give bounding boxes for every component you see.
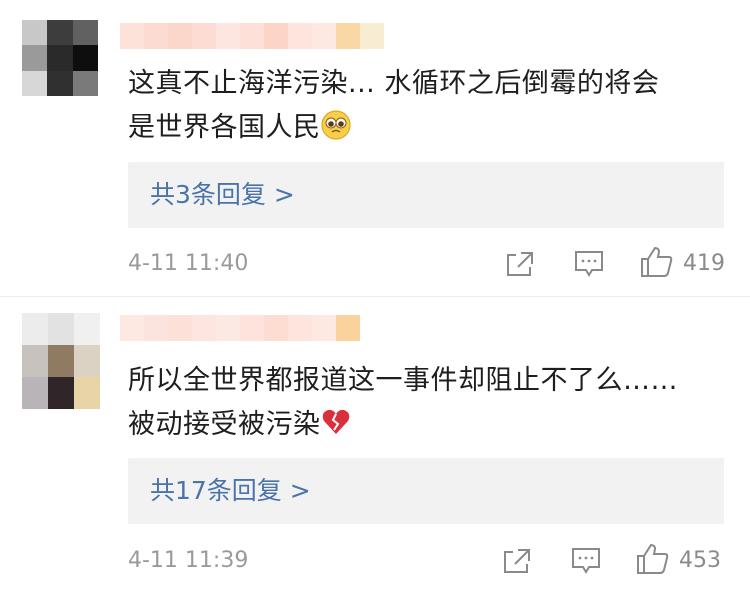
avatar[interactable] — [22, 20, 98, 96]
comment-text-line1: 所以全世界都报道这一事件却阻止不了么…… — [128, 365, 678, 396]
view-replies-link[interactable]: 共17条回复 > — [150, 458, 311, 524]
share-icon[interactable] — [502, 547, 532, 575]
broken-heart-emoji — [322, 409, 349, 434]
pleading-face-emoji — [320, 110, 351, 140]
timestamp: 4-11 11:39 — [128, 548, 249, 573]
like-count: 419 — [683, 251, 725, 276]
comment-text-line2: 被动接受被污染 — [128, 403, 718, 447]
comment-text-line2: 是世界各国人民 — [128, 106, 718, 150]
comment-2: 所以全世界都报道这一事件却阻止不了么…… 被动接受被污染 共17条回复 > 4-… — [0, 297, 750, 592]
reply-box[interactable]: 共17条回复 > — [128, 458, 724, 524]
comment-icon[interactable] — [574, 250, 604, 278]
reply-box[interactable]: 共3条回复 > — [128, 162, 724, 228]
view-replies-link[interactable]: 共3条回复 > — [150, 162, 295, 228]
thumbs-up-icon[interactable] — [636, 543, 670, 575]
username-blurred[interactable] — [120, 23, 384, 49]
comment-1: 这真不止海洋污染... 水循环之后倒霉的将会 是世界各国人民 共3条回复 > 4… — [0, 0, 750, 296]
comment-text: 这真不止海洋污染... 水循环之后倒霉的将会 是世界各国人民 — [128, 62, 718, 150]
thumbs-up-icon[interactable] — [640, 246, 674, 278]
username-blurred[interactable] — [120, 315, 360, 341]
comment-text: 所以全世界都报道这一事件却阻止不了么…… 被动接受被污染 — [128, 359, 718, 447]
share-icon[interactable] — [505, 250, 535, 278]
timestamp: 4-11 11:40 — [128, 251, 249, 276]
comment-icon[interactable] — [571, 547, 601, 575]
comment-text-line1: 这真不止海洋污染... 水循环之后倒霉的将会 — [128, 68, 660, 99]
like-count: 453 — [679, 548, 721, 573]
avatar[interactable] — [22, 313, 100, 409]
